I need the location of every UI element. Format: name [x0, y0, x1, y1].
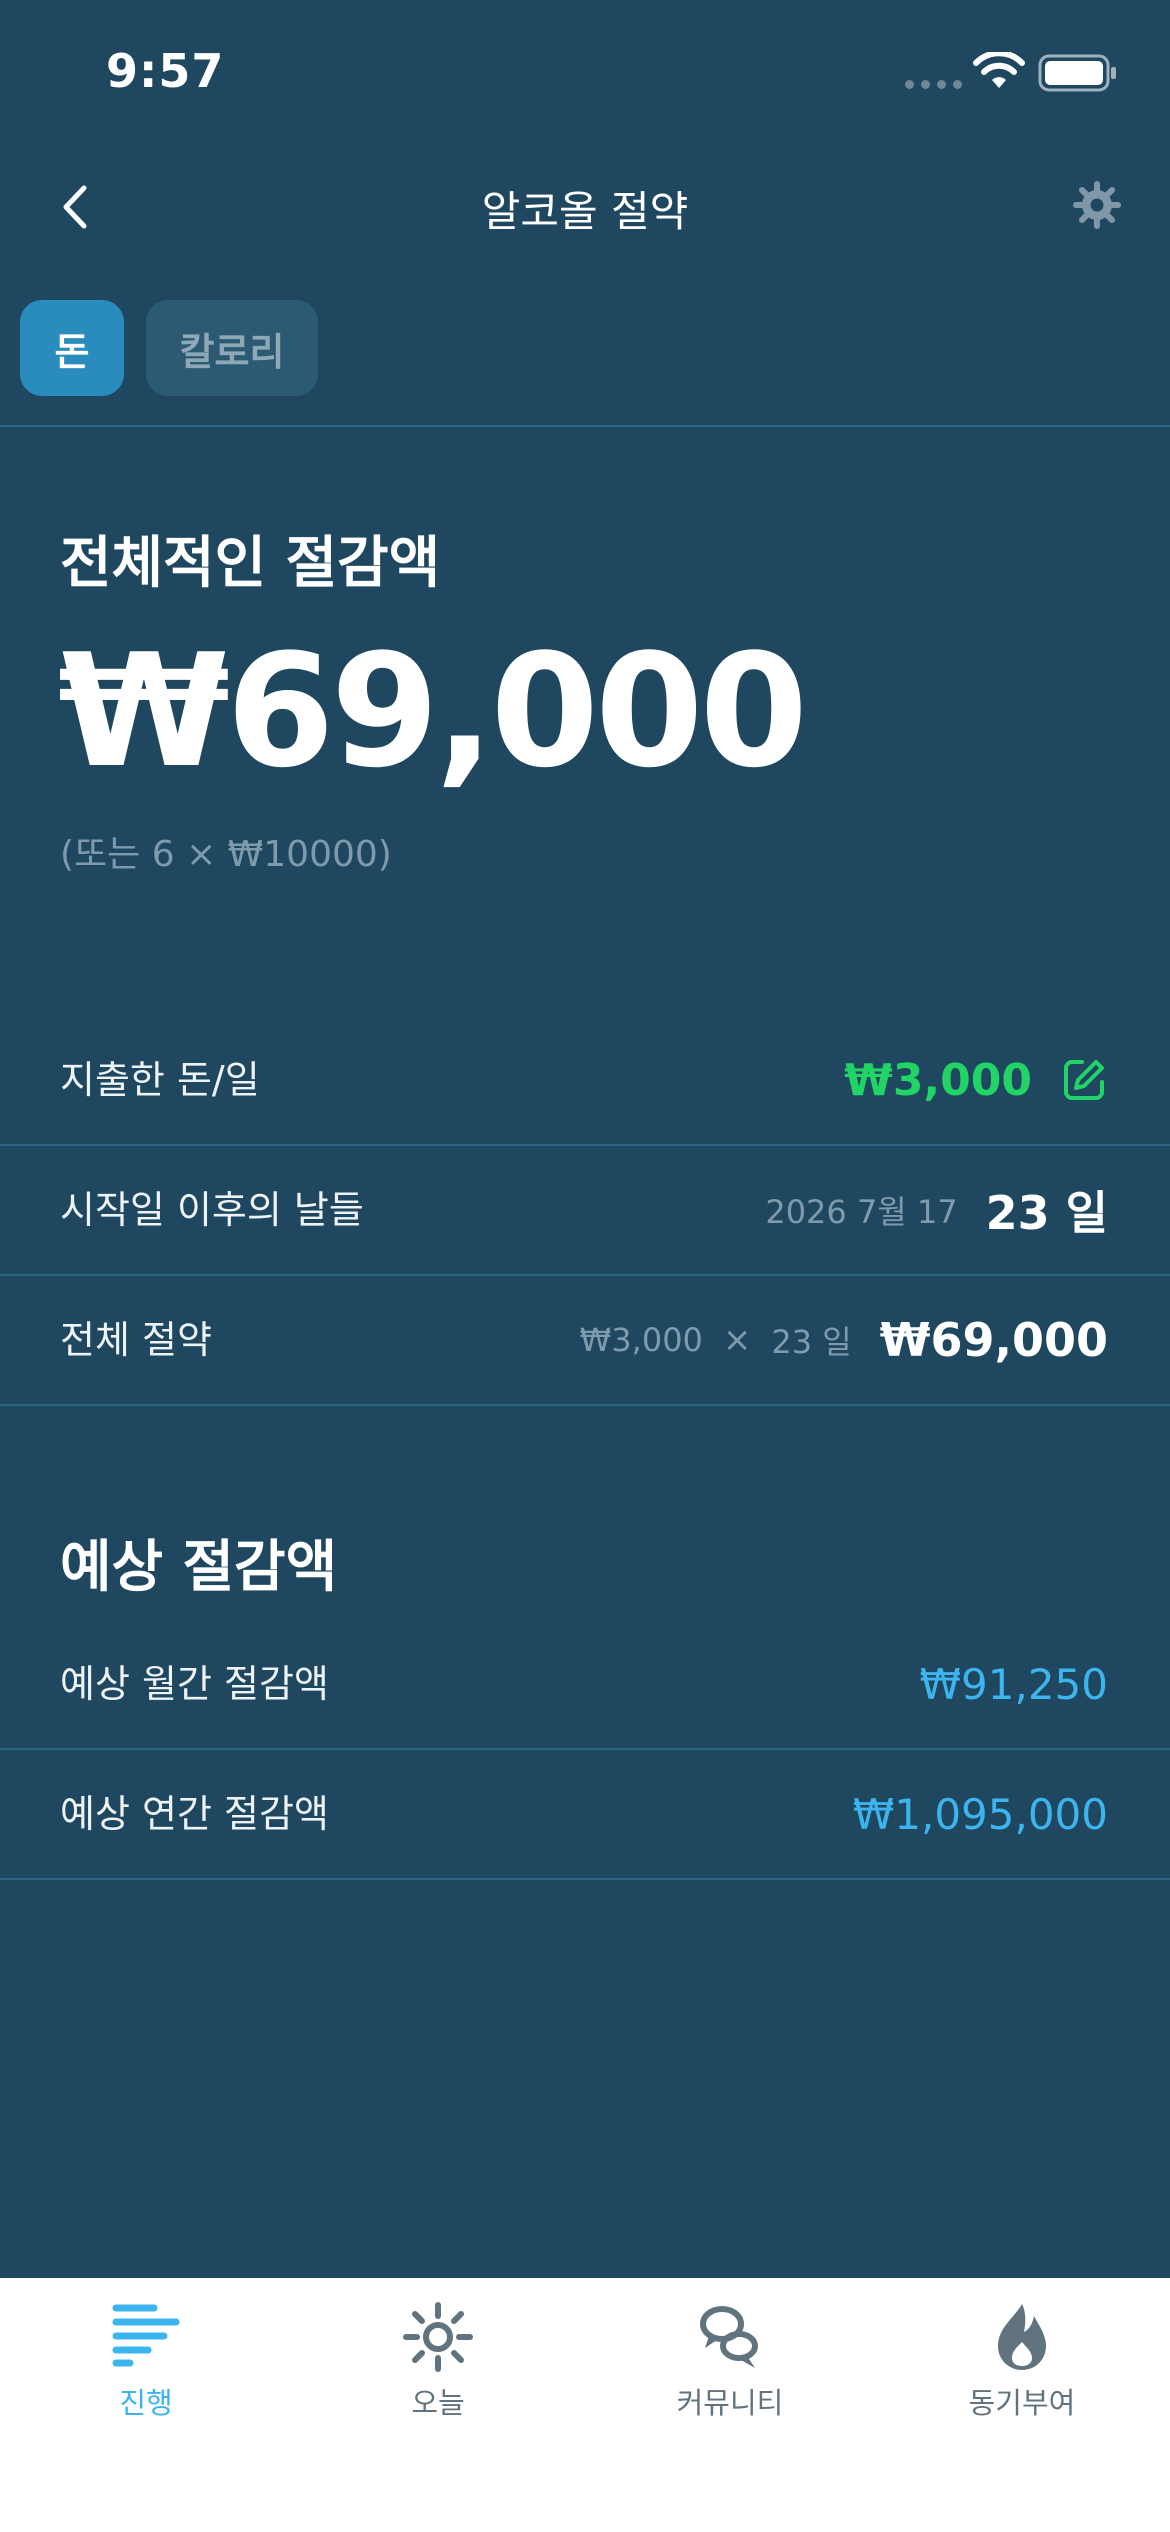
- total-calc-amount: ₩3,000: [579, 1321, 703, 1359]
- tab-money[interactable]: 돈: [20, 300, 124, 396]
- page-title: 알코올 절약: [481, 187, 689, 236]
- flame-icon: [998, 2304, 1046, 2370]
- tab-calories[interactable]: 칼로리: [146, 300, 318, 396]
- bottom-tab-bar: 진행 오늘 커뮤니티 동기부여: [0, 2278, 1170, 2532]
- divider: [0, 425, 1170, 427]
- projected-monthly-label: 예상 월간 절감액: [60, 1662, 329, 1706]
- days-since-start-row: 시작일 이후의 날들 2026 7월 17 23 일: [0, 1146, 1170, 1276]
- start-date: 2026 7월 17: [765, 1193, 958, 1231]
- gear-icon[interactable]: [1072, 180, 1122, 230]
- overall-savings-value: ₩69,000: [58, 620, 808, 802]
- progress-bars-icon: [112, 2304, 180, 2367]
- projected-monthly-row: 예상 월간 절감액 ₩91,250: [0, 1620, 1170, 1750]
- projected-monthly-value: ₩91,250: [919, 1659, 1109, 1709]
- sun-icon: [403, 2302, 473, 2372]
- status-bar: 9:57: [0, 0, 1170, 140]
- battery-icon: [1038, 54, 1116, 92]
- unit-tabs: 돈 칼로리: [20, 300, 318, 396]
- edit-icon[interactable]: [1060, 1056, 1108, 1104]
- total-calc-days: 23 일: [771, 1323, 852, 1361]
- total-saved-label: 전체 절약: [60, 1318, 212, 1362]
- tab-today-label: 오늘: [411, 2386, 465, 2420]
- status-time: 9:57: [106, 44, 225, 98]
- money-spent-label: 지출한 돈/일: [60, 1058, 260, 1102]
- navigation-bar: 알코올 절약: [0, 160, 1170, 250]
- tab-community-label: 커뮤니티: [676, 2386, 784, 2420]
- projected-yearly-value: ₩1,095,000: [852, 1789, 1108, 1839]
- projected-savings-title: 예상 절감액: [60, 1535, 338, 1600]
- tab-progress[interactable]: 진행: [0, 2278, 292, 2478]
- tab-motivation[interactable]: 동기부여: [876, 2278, 1168, 2478]
- tab-motivation-label: 동기부여: [968, 2386, 1076, 2420]
- cellular-signal-icon: [905, 80, 962, 89]
- money-spent-value: ₩3,000: [844, 1054, 1032, 1106]
- multiply-sign: ×: [722, 1320, 752, 1360]
- tab-community[interactable]: 커뮤니티: [584, 2278, 876, 2478]
- total-saved-row: 전체 절약 ₩3,000 × 23 일 ₩69,000: [0, 1276, 1170, 1406]
- wifi-icon: [973, 52, 1025, 88]
- money-spent-row: 지출한 돈/일 ₩3,000: [0, 1016, 1170, 1146]
- days-since-start-label: 시작일 이후의 날들: [60, 1188, 364, 1232]
- projected-yearly-label: 예상 연간 절감액: [60, 1792, 329, 1836]
- tab-progress-label: 진행: [119, 2386, 173, 2420]
- tab-today[interactable]: 오늘: [292, 2278, 584, 2478]
- overall-savings-subtitle: (또는 6 × ₩10000): [60, 834, 392, 875]
- projected-yearly-row: 예상 연간 절감액 ₩1,095,000: [0, 1750, 1170, 1880]
- total-saved-value: ₩69,000: [879, 1313, 1108, 1367]
- overall-savings-title: 전체적인 절감액: [60, 531, 441, 596]
- chat-bubbles-icon: [700, 2306, 758, 2368]
- days-count-value: 23 일: [985, 1186, 1108, 1240]
